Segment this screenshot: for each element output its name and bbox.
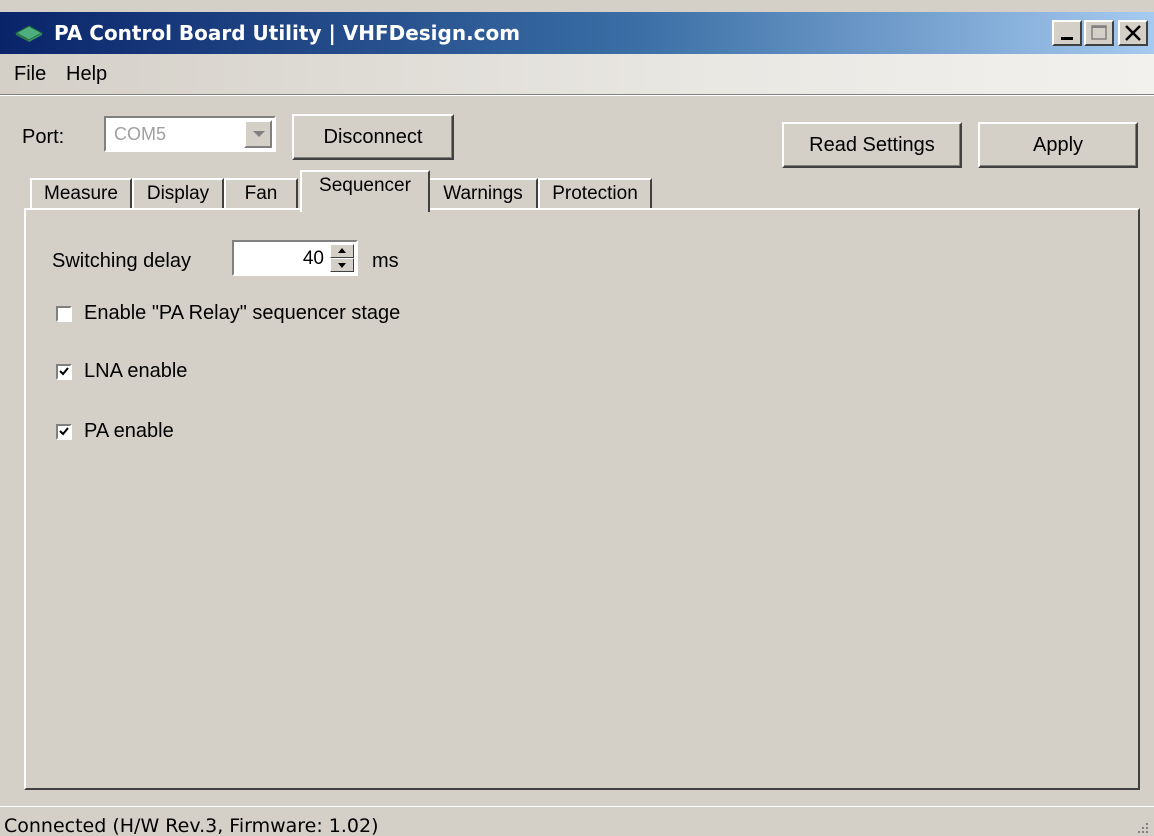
stepper-up-icon[interactable]: [330, 244, 354, 258]
maximize-icon: [1091, 25, 1107, 40]
port-select-value: COM5: [114, 124, 167, 144]
checkbox-box[interactable]: [56, 305, 72, 322]
pa-relay-stage-checkbox[interactable]: Enable "PA Relay" sequencer stage: [56, 302, 400, 325]
maximize-button[interactable]: [1084, 20, 1114, 46]
stepper-down-icon[interactable]: [330, 258, 354, 272]
lna-enable-label: LNA enable: [84, 360, 188, 382]
apply-button[interactable]: Apply: [978, 122, 1138, 168]
checkbox-box[interactable]: [56, 423, 72, 440]
pa-relay-stage-label: Enable "PA Relay" sequencer stage: [84, 302, 401, 324]
status-bar: Connected (H/W Rev.3, Firmware: 1.02): [0, 806, 1154, 836]
minimize-icon: [1061, 37, 1073, 40]
switching-delay-value[interactable]: 40: [303, 248, 324, 270]
tab-fan[interactable]: Fan: [224, 178, 298, 210]
app-board-icon: [14, 25, 44, 42]
check-icon: [59, 426, 69, 435]
lna-enable-checkbox[interactable]: LNA enable: [56, 360, 187, 383]
resize-grip-icon[interactable]: [1134, 819, 1150, 835]
tab-sequencer[interactable]: Sequencer: [300, 170, 430, 212]
check-icon: [59, 366, 69, 375]
pa-enable-checkbox[interactable]: PA enable: [56, 420, 174, 443]
stepper-buttons: [330, 244, 354, 272]
tab-measure[interactable]: Measure: [30, 178, 132, 210]
menu-help[interactable]: Help: [66, 63, 107, 86]
close-button[interactable]: [1118, 20, 1148, 46]
minimize-button[interactable]: [1052, 20, 1082, 46]
menu-file[interactable]: File: [14, 63, 46, 86]
pa-enable-label: PA enable: [84, 420, 174, 442]
checkbox-box[interactable]: [56, 363, 72, 380]
menu-separator: [0, 94, 1154, 96]
tab-warnings[interactable]: Warnings: [428, 178, 538, 210]
title-bar[interactable]: PA Control Board Utility | VHFDesign.com: [0, 12, 1154, 54]
close-icon: [1125, 25, 1141, 41]
port-select[interactable]: COM5: [104, 116, 276, 152]
tab-display[interactable]: Display: [132, 178, 224, 210]
app-window: PA Control Board Utility | VHFDesign.com…: [0, 0, 1154, 836]
menu-bar: File Help: [0, 54, 1154, 94]
tab-protection[interactable]: Protection: [538, 178, 652, 210]
read-settings-button[interactable]: Read Settings: [782, 122, 962, 168]
sequencer-panel: Switching delay 40 ms Enable "PA Relay" …: [24, 208, 1140, 790]
window-title: PA Control Board Utility | VHFDesign.com: [54, 21, 521, 45]
status-text: Connected (H/W Rev.3, Firmware: 1.02): [4, 815, 379, 836]
disconnect-button[interactable]: Disconnect: [292, 114, 454, 160]
chevron-down-icon[interactable]: [244, 120, 272, 148]
switching-delay-stepper[interactable]: 40: [232, 240, 358, 276]
port-label: Port:: [22, 126, 65, 148]
switching-delay-label: Switching delay: [52, 250, 191, 272]
switching-delay-unit: ms: [372, 250, 399, 272]
